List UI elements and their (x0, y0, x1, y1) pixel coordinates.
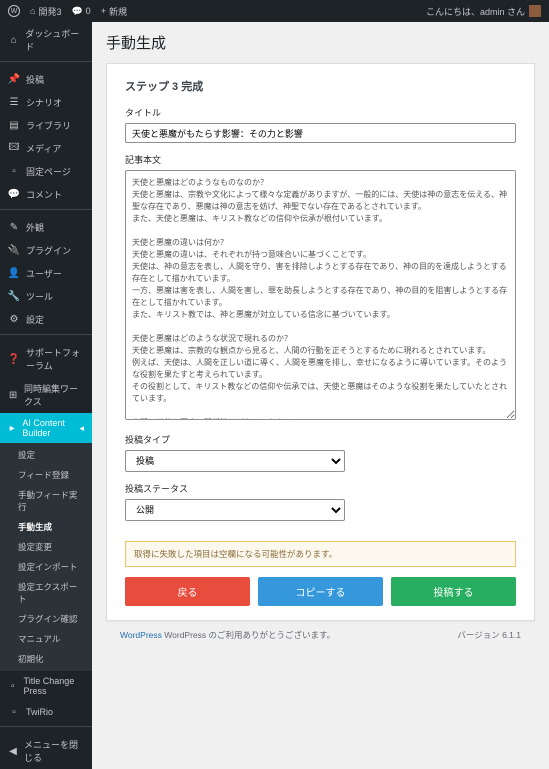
menu-pages[interactable]: ▫固定ページ (0, 160, 92, 183)
title-input[interactable] (125, 123, 516, 143)
warning-alert: 取得に失敗した項目は空欄になる可能性があります。 (125, 541, 516, 567)
menu-tools[interactable]: 🔧ツール (0, 285, 92, 308)
submenu-settings[interactable]: 設定 (0, 445, 92, 465)
comments-bubble[interactable]: 💬 0 (71, 6, 90, 17)
scenario-icon: ☰ (8, 97, 20, 109)
user-icon: 👤 (8, 268, 20, 280)
post-button[interactable]: 投稿する (391, 577, 516, 606)
footer-version: バージョン 6.1.1 (457, 629, 521, 641)
menu-title-change[interactable]: ▫Title Change Press (0, 671, 92, 701)
network-icon: ⊞ (8, 389, 18, 401)
page-title: 手動生成 (106, 32, 535, 53)
submenu-manual[interactable]: マニュアル (0, 629, 92, 649)
submenu-feed-register[interactable]: フィード登録 (0, 465, 92, 485)
post-type-select[interactable]: 投稿 (125, 450, 345, 472)
collapse-icon: ◀ (8, 745, 18, 757)
post-status-select[interactable]: 公開 (125, 499, 345, 521)
back-button[interactable]: 戻る (125, 577, 250, 606)
twirlio-icon: ▫ (8, 706, 20, 718)
menu-settings[interactable]: ⚙設定 (0, 308, 92, 331)
comment-icon: 💬 (8, 189, 20, 201)
menu-twirlio[interactable]: ▫TwiRio (0, 701, 92, 723)
submenu-manual-gen[interactable]: 手動生成 (0, 517, 92, 537)
menu-plugins[interactable]: 🔌プラグイン (0, 239, 92, 262)
menu-library[interactable]: ▤ライブラリ (0, 114, 92, 137)
new-content[interactable]: + 新規 (101, 5, 127, 18)
dashboard-icon: ⌂ (8, 34, 19, 46)
submenu-config-change[interactable]: 設定変更 (0, 537, 92, 557)
pin-icon: 📌 (8, 74, 20, 86)
support-icon: ❓ (8, 353, 20, 365)
label-body: 記事本文 (125, 153, 516, 166)
account-menu[interactable]: こんにちは、admin さん (426, 5, 541, 18)
media-icon: 🖾 (8, 143, 20, 155)
submenu-export[interactable]: 設定エクスポート (0, 577, 92, 609)
label-post-status: 投稿ステータス (125, 482, 516, 495)
menu-support[interactable]: ❓サポートフォーラム (0, 341, 92, 377)
plugin-icon: 🔌 (8, 245, 20, 257)
menu-comments[interactable]: 💬コメント (0, 183, 92, 206)
label-post-type: 投稿タイプ (125, 433, 516, 446)
menu-media[interactable]: 🖾メディア (0, 137, 92, 160)
settings-icon: ⚙ (8, 314, 20, 326)
site-home[interactable]: ⌂ 開発3 (30, 5, 61, 18)
step-title: ステップ 3 完成 (125, 78, 516, 94)
wordpress-link[interactable]: WordPress (120, 630, 162, 640)
label-title: タイトル (125, 106, 516, 119)
menu-ai-builder[interactable]: ▸AI Content Builder ◂ (0, 413, 92, 443)
menu-users[interactable]: 👤ユーザー (0, 262, 92, 285)
ai-icon: ▸ (8, 422, 16, 434)
menu-appearance[interactable]: ✎外観 (0, 216, 92, 239)
menu-dashboard[interactable]: ⌂ダッシュボード (0, 22, 92, 58)
copy-button[interactable]: コピーする (258, 577, 383, 606)
submenu-import[interactable]: 設定インポート (0, 557, 92, 577)
menu-scenario[interactable]: ☰シナリオ (0, 91, 92, 114)
title-icon: ▫ (8, 680, 18, 692)
tools-icon: 🔧 (8, 291, 20, 303)
brush-icon: ✎ (8, 222, 20, 234)
page-icon: ▫ (8, 166, 20, 178)
menu-network[interactable]: ⊞同時編集ワークス (0, 377, 92, 413)
menu-collapse[interactable]: ◀メニューを閉じる (0, 733, 92, 769)
library-icon: ▤ (8, 120, 20, 132)
wp-logo-icon[interactable]: W (8, 5, 20, 17)
submenu-init[interactable]: 初期化 (0, 649, 92, 669)
footer-thanks: WordPress WordPress のご利用ありがとうございます。 (120, 629, 335, 641)
submenu-feed-run[interactable]: 手動フィード実行 (0, 485, 92, 517)
body-textarea[interactable]: 天使と悪魔はどのようなものなのか？ 天使と悪魔は、宗教や文化によって様々な定義が… (125, 170, 516, 420)
submenu-plugin-check[interactable]: プラグイン確認 (0, 609, 92, 629)
menu-posts[interactable]: 📌投稿 (0, 68, 92, 91)
avatar (529, 5, 541, 17)
